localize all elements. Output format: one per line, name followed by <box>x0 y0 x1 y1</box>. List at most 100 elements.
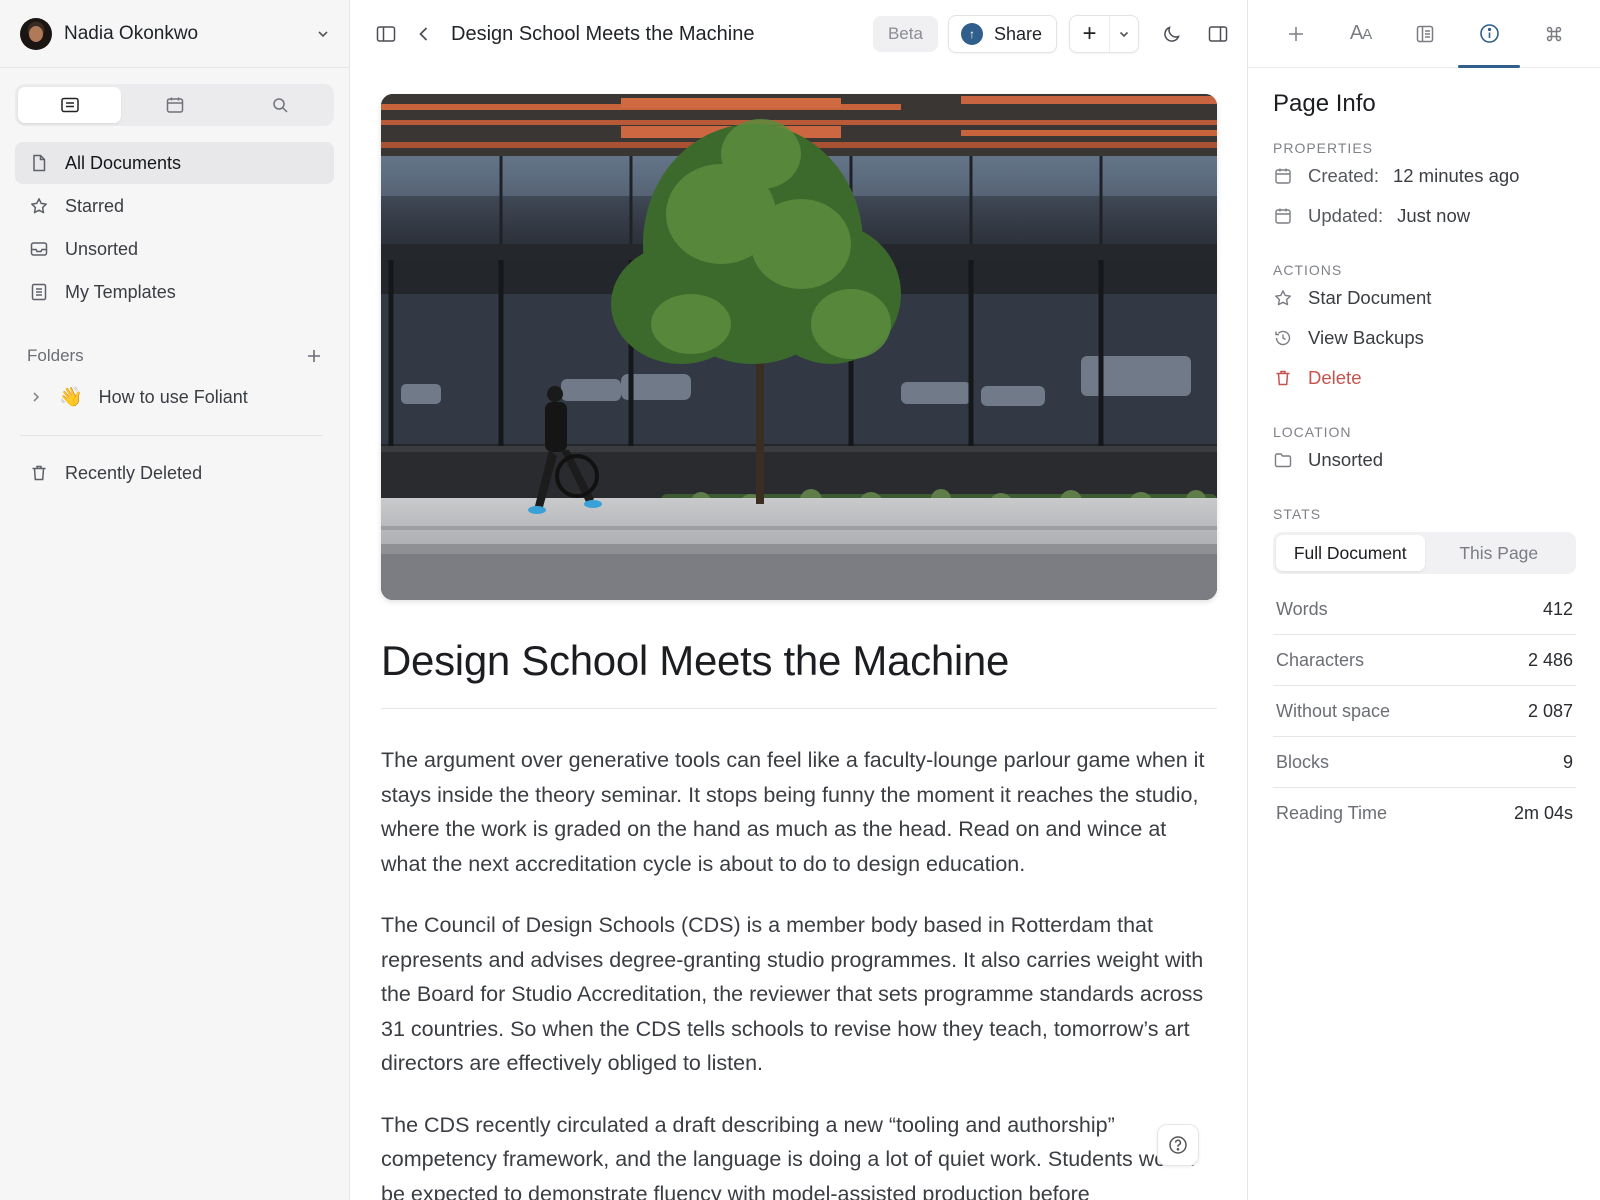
updated-key: Updated: <box>1308 205 1384 226</box>
stats-list: Words 412 Characters 2 486 Without space… <box>1273 584 1576 839</box>
user-name: Nadia Okonkwo <box>64 22 199 44</box>
calendar-view-button[interactable] <box>123 87 226 123</box>
dark-mode-icon[interactable] <box>1161 23 1183 45</box>
document-heading[interactable]: Design School Meets the Machine <box>381 636 1217 710</box>
chevron-right-icon[interactable] <box>29 390 43 404</box>
tab-shortcuts[interactable] <box>1522 0 1586 67</box>
add-block-button-group: + <box>1069 15 1139 53</box>
folders-header: Folders <box>27 341 322 371</box>
add-folder-icon[interactable] <box>306 348 322 364</box>
template-icon <box>31 283 47 301</box>
inbox-icon <box>30 242 48 256</box>
actions-label: Actions <box>1273 262 1343 278</box>
view-backups-action[interactable]: View Backups <box>1273 318 1576 358</box>
sidebar-nav: All Documents Starred Unsorted My Templa… <box>0 142 349 313</box>
share-button[interactable]: ↑ Share <box>947 15 1057 53</box>
star-icon <box>31 198 47 214</box>
stat-value: 2 087 <box>1527 700 1573 721</box>
info-icon <box>1480 24 1499 43</box>
folder-item[interactable]: 👋 How to use Foliant <box>15 377 334 417</box>
cover-image <box>381 94 1217 600</box>
calendar-icon <box>1275 208 1291 224</box>
outline-icon <box>1416 25 1434 42</box>
search-view-button[interactable] <box>228 87 331 123</box>
back-icon[interactable] <box>413 23 435 45</box>
sidebar-item-all-documents[interactable]: All Documents <box>15 142 334 184</box>
folder-icon <box>1274 453 1292 468</box>
location-value: Unsorted <box>1308 449 1384 470</box>
delete-action[interactable]: Delete <box>1273 358 1576 398</box>
tab-full-document[interactable]: Full Document <box>1276 535 1425 571</box>
account-switcher[interactable]: Nadia Okonkwo <box>0 0 349 68</box>
panel-heading: Page Info <box>1273 90 1376 117</box>
folder-label: How to use Foliant <box>98 386 248 407</box>
stat-label: Reading Time <box>1276 803 1388 823</box>
help-button[interactable] <box>1157 1124 1199 1166</box>
tab-typography[interactable]: AA <box>1328 0 1392 67</box>
updated-property: Updated: Just now <box>1273 196 1576 236</box>
document-title: Design School Meets the Machine <box>451 22 755 45</box>
paragraph[interactable]: The CDS recently circulated a draft desc… <box>381 1108 1217 1200</box>
properties-label: Properties <box>1273 140 1373 156</box>
stat-row: Blocks 9 <box>1273 737 1576 788</box>
calendar-icon <box>1275 168 1291 184</box>
documents-view-button[interactable] <box>18 87 121 123</box>
stat-value: 412 <box>1542 598 1573 619</box>
add-block-button[interactable]: + <box>1070 16 1110 52</box>
stat-label: Blocks <box>1276 751 1330 772</box>
stat-value: 9 <box>1562 751 1573 772</box>
sidebar-item-recently-deleted[interactable]: Recently Deleted <box>15 452 334 494</box>
inspector-panel: AA Page Info Properties Created: 12 minu… <box>1247 0 1600 1200</box>
inspector-tabs: AA <box>1248 0 1600 68</box>
stats-scope-switcher: Full Document This Page <box>1273 532 1576 574</box>
typography-icon: AA <box>1349 22 1372 44</box>
calendar-icon <box>166 97 183 113</box>
sidebar-item-label: All Documents <box>65 152 182 173</box>
avatar <box>20 17 52 50</box>
stats-label: Stats <box>1273 506 1322 522</box>
sidebar-item-my-templates[interactable]: My Templates <box>15 271 334 313</box>
right-panel-toggle-icon[interactable] <box>1207 23 1229 45</box>
trash-icon <box>32 465 46 481</box>
sidebar-view-switcher <box>15 84 334 126</box>
sidebar-item-label: Recently Deleted <box>65 462 203 483</box>
search-icon <box>272 98 288 113</box>
editor-toolbar: Design School Meets the Machine Beta ↑ S… <box>351 0 1247 68</box>
document-icon <box>33 154 46 172</box>
editor-area: Design School Meets the Machine Beta ↑ S… <box>351 0 1247 1200</box>
sidebar-item-starred[interactable]: Starred <box>15 185 334 227</box>
paragraph[interactable]: The argument over generative tools can f… <box>381 743 1217 881</box>
history-icon <box>1275 330 1291 346</box>
command-icon <box>1546 26 1562 41</box>
tab-outline[interactable] <box>1393 0 1457 67</box>
sidebar-trash-section: Recently Deleted <box>0 452 349 494</box>
trash-icon <box>1276 370 1290 386</box>
tab-this-page[interactable]: This Page <box>1425 535 1574 571</box>
page-info-content: Page Info Properties Created: 12 minutes… <box>1248 90 1600 839</box>
sidebar-item-label: Starred <box>65 195 125 216</box>
chevron-down-icon <box>1119 31 1129 38</box>
star-document-action[interactable]: Star Document <box>1273 278 1576 318</box>
stat-label: Words <box>1276 598 1328 619</box>
stat-row: Characters 2 486 <box>1273 635 1576 686</box>
folders-label: Folders <box>27 346 84 365</box>
created-value: 12 minutes ago <box>1392 165 1520 186</box>
share-upload-icon: ↑ <box>960 23 983 45</box>
location-label: Location <box>1273 424 1352 440</box>
sidebar-item-unsorted[interactable]: Unsorted <box>15 228 334 270</box>
action-label: Delete <box>1308 367 1362 388</box>
tab-add[interactable] <box>1264 0 1328 67</box>
location-property[interactable]: Unsorted <box>1273 440 1576 480</box>
stat-label: Without space <box>1276 700 1391 721</box>
stat-label: Characters <box>1276 649 1365 670</box>
stat-value: 2m 04s <box>1513 803 1573 823</box>
sidebar-toggle-icon[interactable] <box>375 23 397 45</box>
star-icon <box>1275 290 1291 306</box>
add-icon <box>1289 26 1304 41</box>
paragraph[interactable]: The Council of Design Schools (CDS) is a… <box>381 908 1217 1081</box>
add-block-menu-button[interactable] <box>1110 27 1138 41</box>
sidebar-divider <box>20 435 322 436</box>
sidebar: Nadia Okonkwo All Documents Starred Unso… <box>0 0 350 1200</box>
waving-hand-icon: 👋 <box>59 387 83 408</box>
tab-info[interactable] <box>1457 0 1521 68</box>
